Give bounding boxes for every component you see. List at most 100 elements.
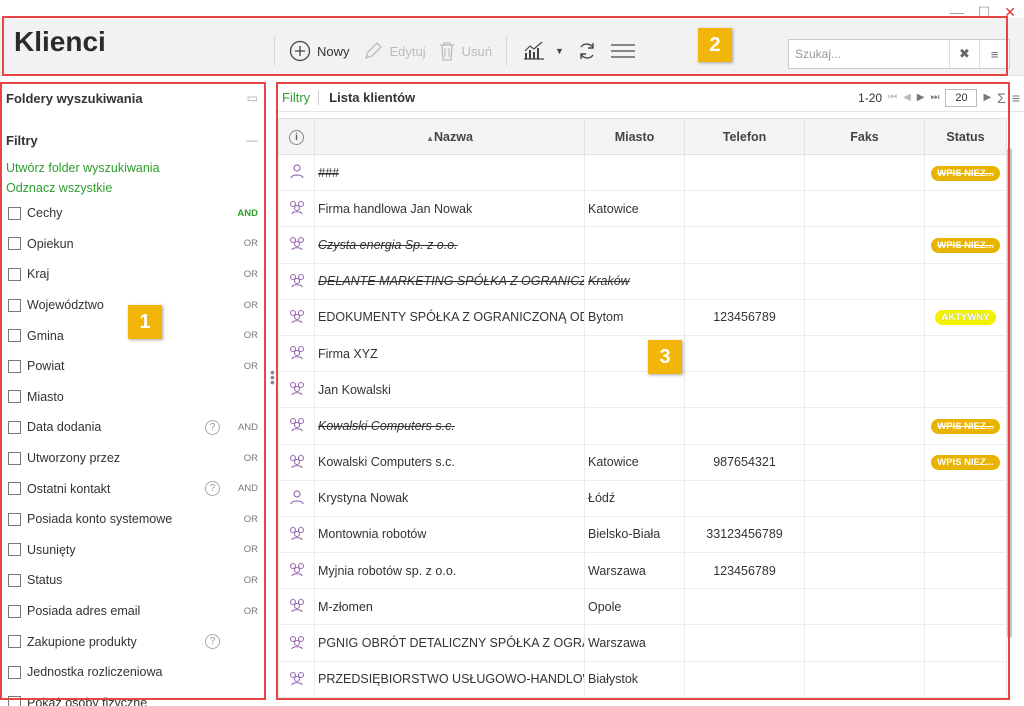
vertical-scrollbar[interactable] — [1007, 148, 1012, 638]
filter-checkbox[interactable] — [8, 298, 21, 312]
table-row[interactable]: ### WPIS NIEZ... — [278, 153, 1007, 192]
filter-checkbox[interactable] — [8, 573, 21, 587]
info-icon[interactable]: i — [278, 118, 315, 155]
next-page-icon[interactable]: ▶ — [917, 92, 925, 103]
table-row[interactable]: DELANTE MARKETING SPÓŁKA Z OGRANICZO Krak… — [278, 262, 1007, 300]
page-size-arrow-icon[interactable]: ▶ — [983, 92, 991, 103]
clear-search-icon[interactable]: ✖ — [949, 40, 979, 68]
help-icon[interactable]: ? — [205, 634, 220, 650]
filter-operator[interactable]: AND — [230, 208, 258, 219]
filter-operator[interactable]: OR — [230, 269, 258, 280]
filter-checkbox[interactable] — [8, 390, 21, 404]
filter-checkbox[interactable] — [8, 604, 21, 618]
filter-item[interactable]: Cechy AND — [0, 198, 264, 229]
table-row[interactable]: M-złomen Opole — [278, 588, 1007, 626]
filter-checkbox[interactable] — [8, 237, 21, 251]
table-row[interactable]: Firma handlowa Jan Nowak Katowice — [278, 190, 1007, 228]
search-folders-header[interactable]: Foldery wyszukiwania ▭ — [0, 84, 264, 112]
new-button[interactable]: Nowy — [283, 36, 356, 66]
filters-header[interactable]: Filtry — — [0, 126, 264, 154]
filter-item[interactable]: Utworzony przez OR — [0, 443, 264, 474]
filter-operator[interactable]: OR — [230, 238, 258, 249]
filter-operator[interactable]: OR — [230, 514, 258, 525]
filter-checkbox[interactable] — [8, 543, 21, 557]
person-icon — [278, 479, 315, 517]
table-row[interactable]: Krystyna Nowak Łódź — [278, 479, 1007, 517]
filter-sidebar: Foldery wyszukiwania ▭ Filtry — Utwórz f… — [0, 84, 264, 706]
tab-filters[interactable]: Filtry — [282, 90, 320, 105]
filter-operator[interactable]: AND — [230, 422, 258, 433]
filter-item[interactable]: Miasto — [0, 382, 264, 413]
filter-item[interactable]: Posiada adres email OR — [0, 596, 264, 627]
filter-operator[interactable]: OR — [230, 606, 258, 617]
create-search-folder-link[interactable]: Utwórz folder wyszukiwania — [0, 158, 264, 178]
filter-operator[interactable]: OR — [230, 361, 258, 372]
filter-item[interactable]: Powiat OR — [0, 351, 264, 382]
prev-page-icon[interactable]: ◀ — [903, 92, 911, 103]
tab-client-list[interactable]: Lista klientów — [319, 90, 415, 105]
filter-item[interactable]: Posiada konto systemowe OR — [0, 504, 264, 535]
filter-checkbox[interactable] — [8, 267, 21, 281]
expand-icon[interactable]: ▭ — [247, 91, 258, 105]
refresh-button[interactable] — [570, 36, 604, 66]
filter-item[interactable]: Status OR — [0, 565, 264, 596]
help-icon[interactable]: ? — [205, 419, 220, 435]
filter-operator[interactable]: AND — [230, 483, 258, 494]
filter-label: Powiat — [27, 359, 65, 374]
filter-checkbox[interactable] — [8, 512, 21, 526]
filter-operator[interactable]: OR — [230, 575, 258, 586]
filter-checkbox[interactable] — [8, 665, 21, 679]
help-icon[interactable]: ? — [205, 481, 220, 497]
delete-button[interactable]: Usuń — [432, 36, 498, 66]
filter-checkbox[interactable] — [8, 329, 21, 343]
sum-icon[interactable]: Σ — [997, 90, 1006, 106]
table-row[interactable]: Montownia robotów Bielsko-Biała 3312345678… — [278, 515, 1007, 554]
filter-checkbox[interactable] — [8, 482, 21, 496]
filter-checkbox[interactable] — [8, 451, 21, 465]
column-header-status[interactable]: Status — [924, 118, 1007, 155]
search-menu-icon[interactable]: ≡ — [979, 40, 1009, 68]
filter-checkbox[interactable] — [8, 696, 21, 706]
filter-checkbox[interactable] — [8, 420, 21, 434]
first-page-icon[interactable]: ⏮ — [888, 92, 897, 103]
cell-city: Warszawa — [584, 624, 685, 662]
table-row[interactable]: EDOKUMENTY SPÓŁKA Z OGRANICZONĄ ODP Bytom… — [278, 298, 1007, 336]
column-header-city[interactable]: Miasto — [584, 118, 685, 155]
table-row[interactable]: Kowalski Computers s.c. WPIS NIEZ... — [278, 407, 1007, 445]
table-row[interactable]: Jan Kowalski — [278, 371, 1007, 409]
filter-item[interactable]: Opiekun OR — [0, 229, 264, 260]
edit-button[interactable]: Edytuj — [356, 36, 432, 66]
last-page-icon[interactable]: ⏭ — [930, 92, 939, 103]
table-row[interactable]: PGNIG OBRÓT DETALICZNY SPÓŁKA Z OGRANI Wa… — [278, 624, 1007, 662]
splitter-handle[interactable]: • • • — [270, 365, 275, 389]
column-header-phone[interactable]: Telefon — [684, 118, 805, 155]
page-size-select[interactable]: 20 — [945, 88, 978, 107]
filter-item[interactable]: Usunięty OR — [0, 535, 264, 566]
filter-checkbox[interactable] — [8, 359, 21, 373]
menu-button[interactable] — [604, 36, 642, 66]
collapse-icon[interactable]: — — [246, 133, 258, 147]
filter-item[interactable]: Jednostka rozliczeniowa — [0, 657, 264, 688]
uncheck-all-link[interactable]: Odznacz wszystkie — [0, 178, 264, 198]
table-row[interactable]: Kowalski Computers s.c. Katowice 987654321… — [278, 443, 1007, 481]
column-header-name[interactable]: ▲Nazwa — [314, 118, 585, 155]
table-row[interactable]: Czysta energia Sp. z o.o. WPIS NIEZ... — [278, 226, 1007, 264]
filter-item[interactable]: Pokaż osoby fizyczne — [0, 688, 264, 706]
grid-menu-icon[interactable]: ≡ — [1012, 90, 1020, 106]
table-row[interactable]: Firma XYZ — [278, 334, 1007, 373]
table-row[interactable]: Myjnia robotów sp. z o.o. Warszawa 1234567… — [278, 552, 1007, 590]
filter-item[interactable]: Kraj OR — [0, 259, 264, 290]
column-header-fax[interactable]: Faks — [804, 118, 925, 155]
search-input[interactable] — [789, 40, 949, 68]
filter-operator[interactable]: OR — [230, 330, 258, 341]
filter-operator[interactable]: OR — [230, 300, 258, 311]
filter-operator[interactable]: OR — [230, 453, 258, 464]
filter-checkbox[interactable] — [8, 635, 21, 649]
chart-dropdown-button[interactable]: ▼ — [515, 36, 570, 66]
filter-checkbox[interactable] — [8, 206, 21, 220]
filter-item[interactable]: Zakupione produkty? — [0, 626, 264, 657]
table-row[interactable]: PRZEDSIĘBIORSTWO USŁUGOWO-HANDLOWE Białys… — [278, 660, 1007, 698]
filter-item[interactable]: Data dodania? AND — [0, 412, 264, 443]
filter-item[interactable]: Ostatni kontakt? AND — [0, 473, 264, 504]
filter-operator[interactable]: OR — [230, 544, 258, 555]
